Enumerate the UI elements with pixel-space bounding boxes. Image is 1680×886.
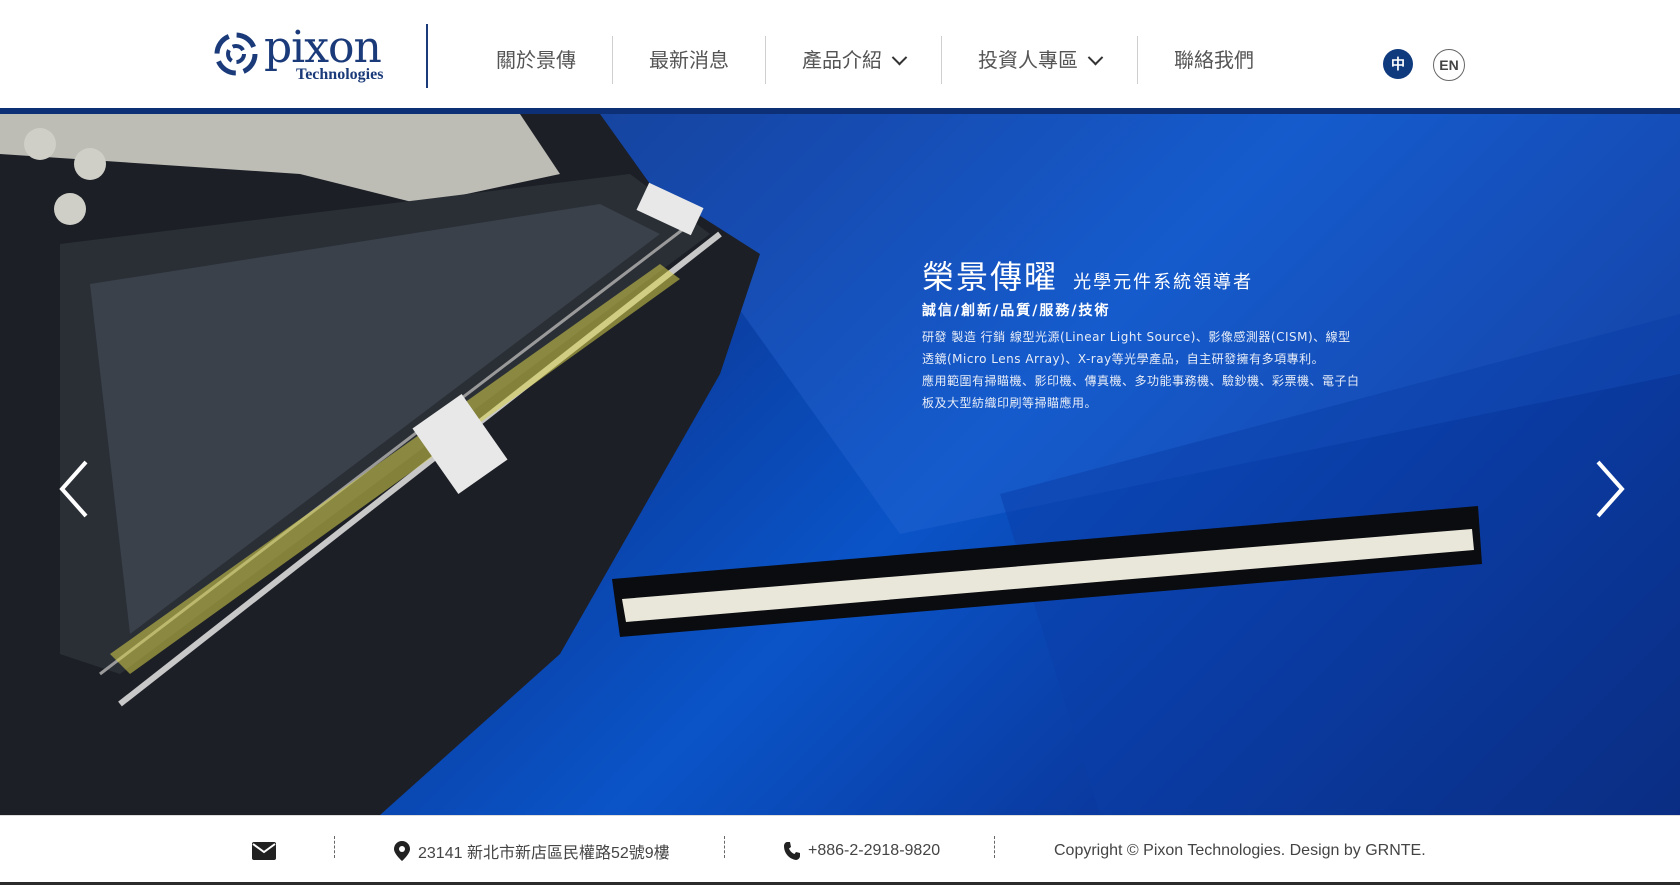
chevron-down-icon [891, 49, 908, 65]
site-header: pixon Technologies 關於景傳 最新消息 產品介紹 投資人專區 … [0, 0, 1680, 108]
email-link[interactable] [252, 838, 276, 864]
nav-item-label: 投資人專區 [978, 48, 1078, 72]
hero-title-part1: 榮 [922, 258, 957, 296]
hero-title: 榮景傳曜 光學元件系統領導者 [922, 252, 1253, 298]
logo-swirl-icon [214, 32, 258, 76]
hero-product-image [0, 114, 1680, 815]
lang-en-button[interactable]: EN [1433, 49, 1465, 81]
nav-item-about[interactable]: 關於景傳 [460, 36, 613, 84]
footer-divider [724, 836, 725, 858]
nav-item-contact[interactable]: 聯絡我們 [1138, 36, 1290, 84]
desc-line: 板及大型紡織印刷等掃瞄應用。 [922, 396, 1098, 410]
nav-item-news[interactable]: 最新消息 [613, 36, 766, 84]
hero-values: 誠信/創新/品質/服務/技術 [922, 303, 1111, 319]
site-footer: 23141 新北市新店區民權路52號9樓 +886-2-2918-9820 Co… [0, 815, 1680, 886]
nav-item-label: 聯絡我們 [1174, 48, 1254, 72]
address-text: 23141 新北市新店區民權路52號9樓 [418, 845, 670, 862]
envelope-icon [252, 842, 276, 860]
lang-zh-button[interactable]: 中 [1383, 49, 1413, 79]
copyright-text: Copyright © Pixon Technologies. Design b… [1054, 842, 1426, 859]
nav-item-label: 產品介紹 [802, 48, 882, 72]
logo-divider [426, 24, 428, 88]
desc-line: 研發 製造 行銷 線型光源(Linear Light Source)、影像感測器… [922, 330, 1351, 344]
next-slide-arrow-icon[interactable] [1588, 454, 1628, 524]
pixon-logo[interactable]: pixon Technologies [214, 22, 404, 86]
hero-description: 研發 製造 行銷 線型光源(Linear Light Source)、影像感測器… [922, 326, 1362, 414]
phone-text: +886-2-2918-9820 [808, 842, 941, 859]
main-nav: 關於景傳 最新消息 產品介紹 投資人專區 聯絡我們 [460, 36, 1290, 84]
nav-item-products[interactable]: 產品介紹 [766, 36, 942, 84]
footer-divider [334, 836, 335, 858]
nav-item-label: 關於景傳 [496, 48, 576, 72]
footer-phone[interactable]: +886-2-2918-9820 [784, 838, 940, 864]
desc-line: 透鏡(Micro Lens Array)、X-ray等光學產品，自主研發擁有多項… [922, 352, 1325, 366]
nav-item-investors[interactable]: 投資人專區 [942, 36, 1138, 84]
desc-line: 應用範圍有掃瞄機、影印機、傳真機、多功能事務機、驗鈔機、彩票機、電子白 [922, 374, 1360, 388]
hero-subtitle: 光學元件系統領導者 [1073, 272, 1254, 293]
logo-subtitle: Technologies [296, 66, 384, 83]
hero-title-green: 景傳 [956, 258, 1025, 296]
chevron-down-icon [1087, 49, 1104, 65]
prev-slide-arrow-icon[interactable] [56, 454, 96, 524]
footer-copyright: Copyright © Pixon Technologies. Design b… [1054, 838, 1426, 864]
nav-item-label: 最新消息 [649, 48, 729, 72]
hero-slider: 榮景傳曜 光學元件系統領導者 誠信/創新/品質/服務/技術 研發 製造 行銷 線… [0, 114, 1680, 815]
hero-title-part2: 曜 [1024, 258, 1059, 296]
map-pin-icon [394, 841, 410, 861]
phone-icon [784, 842, 800, 860]
footer-address: 23141 新北市新店區民權路52號9樓 [394, 838, 670, 864]
footer-divider [994, 836, 995, 858]
